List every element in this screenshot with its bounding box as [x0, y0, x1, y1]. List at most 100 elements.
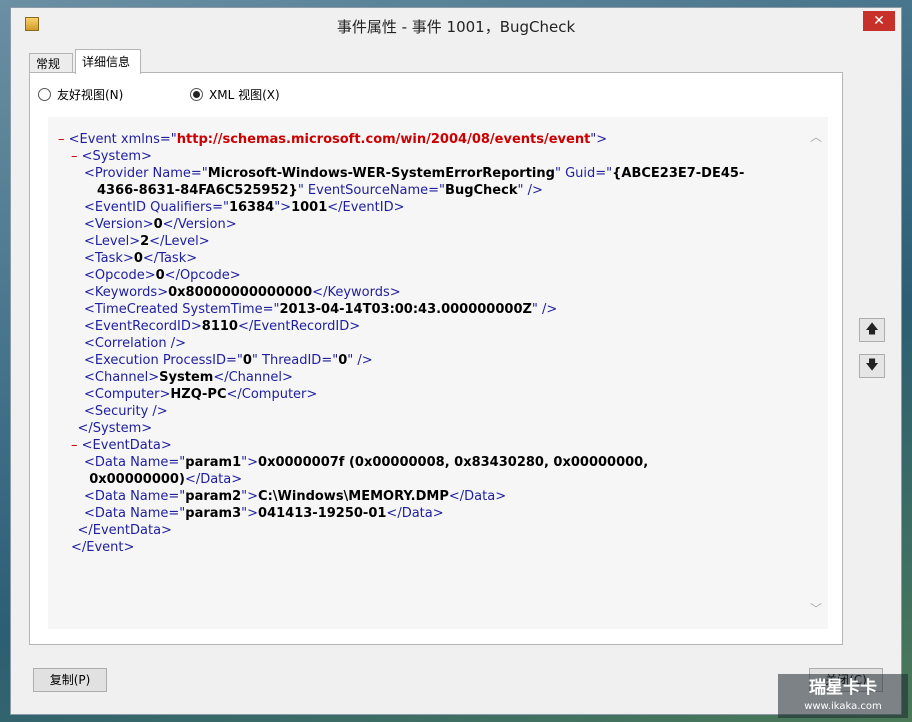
- xml-line: <Correlation />: [58, 335, 798, 352]
- xml-token: C:\Windows\MEMORY.DMP: [258, 489, 449, 504]
- xml-token: <Security />: [84, 404, 168, 419]
- xml-token: –: [71, 149, 82, 164]
- xml-line: </Event>: [58, 539, 798, 556]
- xml-line: 0x00000000)</Data>: [58, 471, 798, 488]
- xml-token: <EventID Qualifiers=": [84, 200, 229, 215]
- tab-general[interactable]: 常规: [29, 53, 73, 73]
- xml-token: " Guid=": [554, 166, 613, 181]
- friendly-view-option[interactable]: 友好视图(N): [38, 86, 123, 103]
- xml-line: <EventID Qualifiers="16384">1001</EventI…: [58, 199, 798, 216]
- xml-line: – <Event xmlns="http://schemas.microsoft…: [58, 131, 798, 148]
- event-properties-window: 事件属性 - 事件 1001，BugCheck ✕ 常规 详细信息 友好视图(N…: [10, 7, 902, 715]
- xml-token: 8110: [201, 319, 238, 334]
- xml-line: <Data Name="param1">0x0000007f (0x000000…: [58, 454, 798, 471]
- xml-token: 0: [133, 251, 143, 266]
- xml-token: </Opcode>: [164, 268, 241, 283]
- xml-view-option[interactable]: XML 视图(X): [190, 86, 280, 103]
- xml-token: <Event xmlns=": [68, 132, 177, 147]
- xml-token: <TimeCreated SystemTime=": [84, 302, 280, 317]
- xml-token: <Data Name=": [84, 455, 186, 470]
- xml-token: <EventRecordID>: [84, 319, 202, 334]
- xml-line: <Keywords>0x80000000000000</Keywords>: [58, 284, 798, 301]
- xml-token: <Level>: [84, 234, 141, 249]
- xml-token: ">: [241, 506, 259, 521]
- title-bar: 事件属性 - 事件 1001，BugCheck ✕: [11, 8, 901, 40]
- xml-view-radio[interactable]: [190, 88, 203, 101]
- scroll-up-icon[interactable]: ︿: [810, 131, 822, 143]
- xml-line: <Data Name="param2">C:\Windows\MEMORY.DM…: [58, 488, 798, 505]
- xml-token: {ABCE23E7-DE45-: [612, 166, 745, 181]
- xml-token: System: [159, 370, 214, 385]
- xml-view-label: XML 视图(X): [209, 88, 280, 102]
- xml-token: <Correlation />: [84, 336, 186, 351]
- xml-token: –: [71, 438, 82, 453]
- xml-token: </Task>: [142, 251, 198, 266]
- xml-line: <Data Name="param3">041413-19250-01</Dat…: [58, 505, 798, 522]
- xml-token: <Provider Name=": [84, 166, 208, 181]
- xml-token: param1: [185, 455, 242, 470]
- xml-token: ">: [274, 200, 292, 215]
- friendly-view-radio[interactable]: [38, 88, 51, 101]
- xml-line: – <System>: [58, 148, 798, 165]
- xml-token: <Execution ProcessID=": [84, 353, 243, 368]
- xml-token: </Data>: [386, 506, 444, 521]
- xml-view-content[interactable]: – <Event xmlns="http://schemas.microsoft…: [48, 117, 828, 629]
- next-event-button[interactable]: 🡇: [859, 354, 885, 378]
- xml-token: 0: [338, 353, 348, 368]
- tab-details[interactable]: 详细信息: [75, 49, 141, 74]
- xml-line: <EventRecordID>8110</EventRecordID>: [58, 318, 798, 335]
- xml-token: " />: [531, 302, 558, 317]
- xml-token: " EventSourceName=": [297, 183, 446, 198]
- xml-token: 4366-8631-84FA6C525952}: [97, 183, 298, 198]
- xml-token: <EventData>: [81, 438, 172, 453]
- xml-token: " />: [517, 183, 543, 198]
- xml-token: 1001: [291, 200, 328, 215]
- xml-token: </Keywords>: [312, 285, 401, 300]
- xml-token: <Keywords>: [84, 285, 169, 300]
- xml-token: Microsoft-Windows-WER-SystemErrorReporti…: [207, 166, 555, 181]
- watermark-title: 瑞星卡卡: [809, 678, 877, 698]
- xml-token: 0: [153, 217, 163, 232]
- xml-line: <Level>2</Level>: [58, 233, 798, 250]
- xml-line: <Channel>System</Channel>: [58, 369, 798, 386]
- xml-token: 0x00000000): [89, 472, 185, 487]
- xml-line: <Computer>HZQ-PC</Computer>: [58, 386, 798, 403]
- xml-line: <TimeCreated SystemTime="2013-04-14T03:0…: [58, 301, 798, 318]
- xml-token: " />: [347, 353, 373, 368]
- xml-token: http://schemas.microsoft.com/win/2004/08…: [176, 132, 591, 147]
- xml-token: <Data Name=": [84, 506, 186, 521]
- xml-token: <Computer>: [84, 387, 171, 402]
- arrow-up-icon: 🡅: [865, 322, 879, 337]
- xml-token: </EventData>: [77, 523, 172, 538]
- xml-token: </EventRecordID>: [237, 319, 361, 334]
- friendly-view-label: 友好视图(N): [57, 88, 124, 102]
- xml-token: 0x80000000000000: [168, 285, 313, 300]
- close-window-button[interactable]: ✕: [863, 11, 895, 31]
- xml-token: 2: [140, 234, 150, 249]
- arrow-down-icon: 🡇: [865, 358, 879, 373]
- xml-token: <Data Name=": [84, 489, 186, 504]
- xml-line: <Task>0</Task>: [58, 250, 798, 267]
- scroll-down-icon[interactable]: ﹀: [810, 603, 822, 615]
- xml-line: <Execution ProcessID="0" ThreadID="0" />: [58, 352, 798, 369]
- xml-token: 2013-04-14T03:00:43.000000000Z: [279, 302, 532, 317]
- copy-button[interactable]: 复制(P): [33, 668, 107, 692]
- xml-token: <Channel>: [84, 370, 160, 385]
- xml-line: </System>: [58, 420, 798, 437]
- xml-token: <System>: [81, 149, 152, 164]
- xml-token: </Level>: [149, 234, 210, 249]
- xml-token: ">: [241, 489, 259, 504]
- xml-line: <Provider Name="Microsoft-Windows-WER-Sy…: [58, 165, 798, 182]
- xml-token: <Opcode>: [84, 268, 156, 283]
- xml-token: </Data>: [448, 489, 507, 504]
- xml-token: 0: [155, 268, 165, 283]
- xml-token: </EventID>: [327, 200, 405, 215]
- xml-token: ">: [590, 132, 608, 147]
- xml-token: </Version>: [162, 217, 237, 232]
- xml-line: <Security />: [58, 403, 798, 420]
- xml-token: " ThreadID=": [251, 353, 339, 368]
- previous-event-button[interactable]: 🡅: [859, 318, 885, 342]
- xml-token: param3: [185, 506, 242, 521]
- window-title: 事件属性 - 事件 1001，BugCheck: [336, 18, 576, 36]
- xml-token: 041413-19250-01: [258, 506, 387, 521]
